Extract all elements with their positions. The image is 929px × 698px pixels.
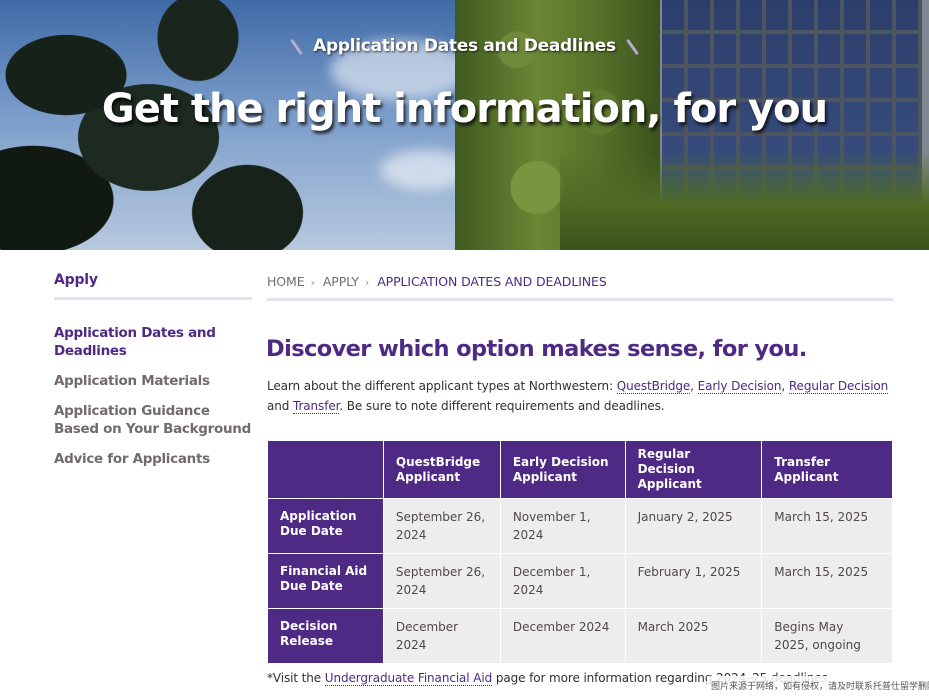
slash-decoration-icon: [290, 38, 304, 56]
table-header-cell: Transfer Applicant: [761, 440, 893, 499]
hero-banner: Application Dates and Deadlines Get the …: [0, 0, 929, 250]
table-header-cell: Regular Decision Applicant: [624, 440, 763, 499]
link-questbridge[interactable]: QuestBridge: [616, 379, 690, 394]
slash-decoration-icon: [625, 38, 639, 56]
intro-prefix: Learn about the different applicant type…: [267, 379, 617, 393]
footnote-prefix: *Visit the: [267, 671, 325, 685]
breadcrumb-home[interactable]: HOME: [267, 274, 305, 289]
row-label: Decision Release: [267, 608, 384, 664]
table-header-cell: QuestBridge Applicant: [382, 440, 501, 499]
row-label: Financial Aid Due Date: [267, 553, 384, 609]
breadcrumb: HOME › APPLY › APPLICATION DATES AND DEADLIN…: [267, 274, 893, 301]
chevron-right-icon: ›: [364, 276, 370, 289]
intro-suffix: . Be sure to note different requirements…: [339, 399, 665, 413]
table-header-row: QuestBridge Applicant Early Decision App…: [267, 440, 893, 499]
sidebar-item-advice[interactable]: Advice for Applicants: [54, 450, 252, 468]
hero-headline: Get the right information, for you: [101, 86, 828, 132]
breadcrumb-apply[interactable]: APPLY: [323, 274, 359, 289]
table-row: Application Due Date September 26, 2024 …: [267, 498, 893, 554]
table-cell: March 15, 2025: [761, 553, 893, 609]
table-cell: March 15, 2025: [761, 498, 893, 554]
deadlines-table: QuestBridge Applicant Early Decision App…: [267, 440, 893, 664]
sidebar-title-link[interactable]: Apply: [54, 272, 252, 300]
sidebar-nav: Apply Application Dates and Deadlines Ap…: [54, 272, 252, 480]
hero-eyebrow-wrap: Application Dates and Deadlines: [0, 36, 929, 56]
table-cell: December 2024: [382, 608, 501, 664]
sidebar-item-application-guidance[interactable]: Application Guidance Based on Your Backg…: [54, 402, 252, 438]
link-regular-decision[interactable]: Regular Decision: [788, 379, 888, 394]
table-cell: September 26, 2024: [382, 498, 501, 554]
sidebar-item-application-materials[interactable]: Application Materials: [54, 372, 252, 390]
breadcrumb-current: APPLICATION DATES AND DEADLINES: [377, 274, 607, 289]
table-cell: Begins May 2025, ongoing: [761, 608, 893, 664]
link-early-decision[interactable]: Early Decision: [697, 379, 782, 394]
sidebar-item-application-dates[interactable]: Application Dates and Deadlines: [54, 324, 252, 360]
sidebar-list: Application Dates and Deadlines Applicat…: [54, 324, 252, 468]
table-cell: November 1, 2024: [499, 498, 626, 554]
chevron-right-icon: ›: [310, 276, 315, 289]
intro-paragraph: Learn about the different applicant type…: [267, 379, 889, 414]
table-header-cell: [267, 440, 384, 499]
watermark: 图片来源于网络，如有侵权，请及时联系托普仕留学删除: [707, 676, 929, 694]
table-cell: December 1, 2024: [499, 553, 626, 609]
hero-ivy: [560, 150, 929, 250]
row-label: Application Due Date: [267, 498, 384, 554]
intro-and: and: [267, 399, 293, 413]
table-row: Financial Aid Due Date September 26, 202…: [267, 553, 893, 609]
link-financial-aid[interactable]: Undergraduate Financial Aid: [324, 671, 492, 686]
table-cell: March 2025: [624, 608, 763, 664]
table-cell: February 1, 2025: [624, 553, 763, 609]
table-cell: December 2024: [499, 608, 626, 664]
hero-eyebrow-text: Application Dates and Deadlines: [313, 36, 616, 56]
table-cell: January 2, 2025: [624, 498, 763, 554]
table-cell: September 26, 2024: [382, 553, 501, 609]
table-header-cell: Early Decision Applicant: [499, 440, 626, 499]
table-row: Decision Release December 2024 December …: [267, 608, 893, 664]
link-transfer[interactable]: Transfer: [293, 399, 339, 414]
hero-eyebrow: Application Dates and Deadlines: [290, 36, 639, 56]
page-heading: Discover which option makes sense, for y…: [266, 336, 807, 362]
